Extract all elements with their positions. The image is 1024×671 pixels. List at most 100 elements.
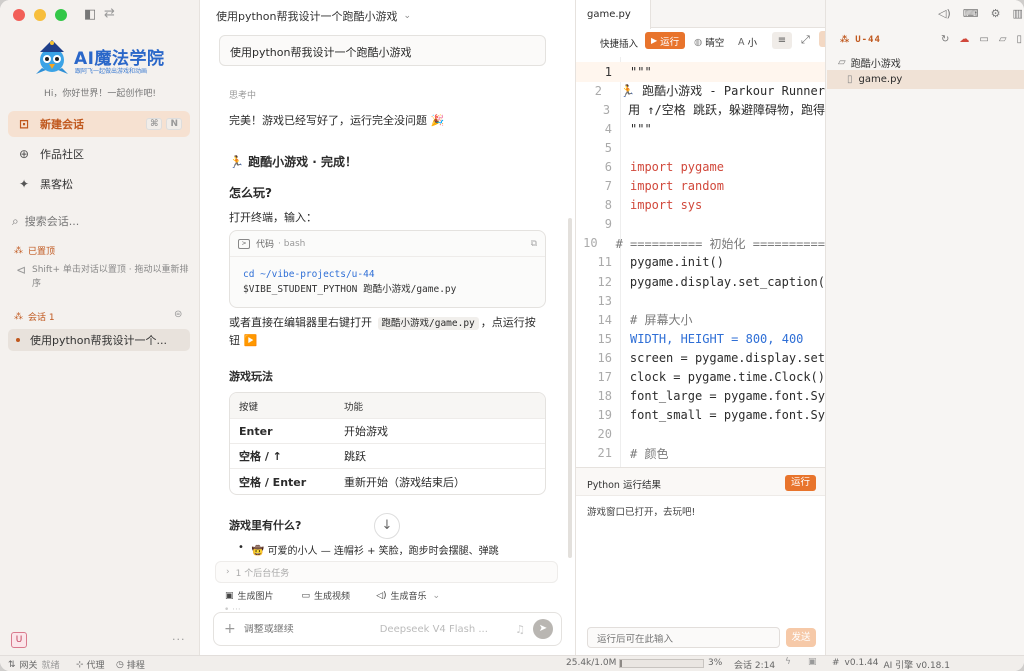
output-run-button[interactable]: 运行 — [785, 475, 816, 491]
project-icon: ⁂ — [840, 35, 850, 45]
code-text: clock = pygame.time.Clock() — [629, 370, 825, 385]
stdin-input[interactable] — [597, 634, 767, 645]
chat-panel: 使用python帮我设计一个跑酷小游戏 ⌄ 使用python帮我设计一个跑酷小游… — [200, 0, 575, 655]
plus-icon[interactable]: + — [224, 621, 236, 637]
code-editor[interactable]: 1 """ 2 🏃 跑酷小游戏 - Parkour Runner 3 用 ↑/空格 跳跃，… — [576, 62, 825, 467]
chat-input[interactable] — [243, 623, 374, 635]
open-folder-icon[interactable]: ▱ — [999, 34, 1007, 45]
folder-item[interactable]: ▱ 跑酷小游戏 — [838, 55, 901, 70]
network-status[interactable]: ⇅ 网关 就绪 — [8, 658, 60, 671]
proxy-status[interactable]: ⊹ 代理 — [76, 658, 105, 671]
table-row: 空格 / Enter 重新开始（游戏结束后） — [239, 475, 465, 489]
mic-icon[interactable]: ♫ — [515, 623, 525, 636]
keyboard-icon[interactable]: ⌨ — [963, 7, 979, 20]
session-time: 会话 2:14 — [734, 661, 776, 671]
sidebar-toggle-icon[interactable]: ◧ — [84, 7, 96, 22]
theme-button[interactable]: ◍ 晴空 — [694, 35, 724, 50]
code-line: 8 import sys — [576, 196, 825, 215]
new-folder-icon[interactable]: ▭ — [979, 34, 988, 45]
inline-code: 跑酷小游戏/game.py — [377, 317, 479, 330]
generate-music-button[interactable]: ◁) 生成音乐 ⌄ — [376, 589, 440, 603]
generate-image-button[interactable]: ▣ 生成图片 — [225, 589, 274, 603]
cloud-icon[interactable]: ☁ — [959, 34, 969, 45]
code-line: cd ~/vibe-projects/u-44 — [243, 269, 375, 280]
close-window-button[interactable] — [13, 9, 25, 21]
game-heading: 🏃 跑酷小游戏 · 完成！ — [229, 155, 358, 169]
line-number: 12 — [597, 274, 612, 289]
window-toolbar: ◁) ⌨ ⚙ ▥ — [938, 7, 1023, 20]
line-number: 8 — [604, 198, 612, 213]
run-button[interactable]: ▶ 运行 — [645, 32, 686, 49]
image-icon[interactable]: ▣ — [808, 657, 817, 667]
line-number: 19 — [597, 408, 612, 423]
sidebar-item-hackathon[interactable]: ✦ 黑客松 — [8, 171, 190, 197]
maximize-window-button[interactable] — [55, 9, 67, 21]
scrollbar[interactable] — [568, 218, 572, 558]
copy-icon[interactable]: ⧉ — [531, 239, 537, 249]
code-text: # 颜色 — [630, 446, 669, 461]
model-selector[interactable]: Deepseek V4 Flash ... — [380, 624, 488, 635]
wrap-icon[interactable]: ≡ — [772, 32, 792, 49]
gear-icon[interactable]: ⚙ — [991, 7, 1001, 20]
tab-game-py[interactable]: game.py — [576, 0, 651, 29]
line-number: 13 — [597, 293, 612, 308]
code-line: 10 # ========== 初始化 ========== — [576, 234, 825, 253]
avatar[interactable]: U — [11, 632, 27, 648]
line-number: 21 — [597, 446, 612, 461]
thinking-label: 思考中 — [229, 91, 257, 101]
queue-status[interactable]: ◷ 排程 — [116, 658, 145, 671]
minimize-window-button[interactable] — [34, 9, 46, 21]
controls-table: 按键 功能 Enter 开始游戏 空格 / ↑ 跳跃 空格 / Enter 重新… — [229, 392, 546, 495]
sidebar: ◧ ⇄ AI魔法学院 跟阿飞一起做出游戏和动画 Hi，你好世界！一起创作吧! ⊡… — [0, 0, 200, 655]
sidebar-item-community[interactable]: ⊕ 作品社区 — [8, 141, 190, 167]
logo-mascot-icon — [32, 38, 72, 78]
token-percent: 3% — [708, 658, 723, 668]
send-button[interactable]: ➤ — [533, 619, 553, 639]
background-tasks[interactable]: › 1 个后台任务 — [215, 561, 558, 583]
user-message: 使用python帮我设计一个跑酷小游戏 — [219, 35, 546, 66]
session-item[interactable]: 使用python帮我设计一个... — [8, 329, 190, 351]
sparkle-icon: ✦ — [18, 177, 30, 191]
quick-insert-button[interactable]: 快捷插入 — [600, 36, 638, 50]
gameplay-heading: 游戏玩法 — [229, 370, 273, 383]
code-text: """ — [630, 64, 652, 79]
sidebar-item-label: 作品社区 — [40, 148, 84, 161]
layout-icon[interactable]: ▥ — [1013, 7, 1023, 20]
file-explorer: ◁) ⌨ ⚙ ▥ ⁂ U-44 ↻ ☁ ▭ ▱ ▯ ▱ 跑酷小游戏 ▯ game… — [825, 0, 1024, 655]
volume-icon[interactable]: ◁) — [938, 7, 951, 20]
more-icon[interactable]: ··· — [172, 633, 186, 646]
scroll-down-button[interactable]: ↓ — [374, 513, 400, 539]
archive-icon[interactable]: ⊜ — [174, 309, 182, 320]
stdin-field[interactable] — [587, 627, 780, 648]
send-input-button[interactable]: 发送 — [786, 628, 816, 647]
editor-panel: game.py 快捷插入 ▶ 运行 ◍ 晴空 A小 ≡ ⤢ 1 """ 2 🏃 跑酷小游… — [575, 0, 827, 655]
code-text: pygame.display.set_caption( — [629, 274, 825, 289]
code-line: 17 clock = pygame.time.Clock() — [576, 368, 825, 387]
logo-subtitle: 跟阿飞一起做出游戏和动画 — [75, 68, 148, 75]
font-icon: A — [738, 36, 745, 48]
generate-video-button[interactable]: ▭ 生成视频 — [302, 589, 351, 603]
chevron-right-icon: › — [226, 567, 230, 577]
chat-title[interactable]: 使用python帮我设计一个跑酷小游戏 ⌄ — [216, 8, 411, 24]
line-number: 20 — [597, 427, 612, 442]
refresh-icon[interactable]: ↻ — [941, 34, 949, 45]
code-line: 21 # 颜色 — [576, 444, 825, 463]
file-actions: ↻ ☁ ▭ ▱ ▯ — [941, 34, 1022, 45]
code-line: 6 import pygame — [576, 157, 825, 176]
swap-icon[interactable]: ⇄ — [104, 6, 115, 21]
new-chat-button[interactable]: ⊡ 新建会话 ⌘ N — [8, 111, 190, 137]
line-number: 9 — [604, 217, 612, 232]
hash-icon: # — [832, 658, 840, 668]
code-line: 11 pygame.init() — [576, 253, 825, 272]
font-size-button[interactable]: A小 — [738, 35, 757, 50]
code-line: 1 """ — [576, 62, 825, 81]
new-chat-icon: ⊡ — [18, 117, 30, 131]
table-header-row: 按键 功能 — [230, 393, 545, 419]
new-file-icon[interactable]: ▯ — [1017, 34, 1023, 45]
expand-icon[interactable]: ⤢ — [801, 33, 810, 47]
search-input[interactable] — [24, 214, 175, 228]
session-dot-icon — [16, 338, 20, 342]
search-sessions[interactable]: ⌕ — [12, 212, 190, 230]
file-item[interactable]: ▯ game.py — [827, 70, 1024, 89]
shortcut-n: N — [166, 118, 182, 130]
